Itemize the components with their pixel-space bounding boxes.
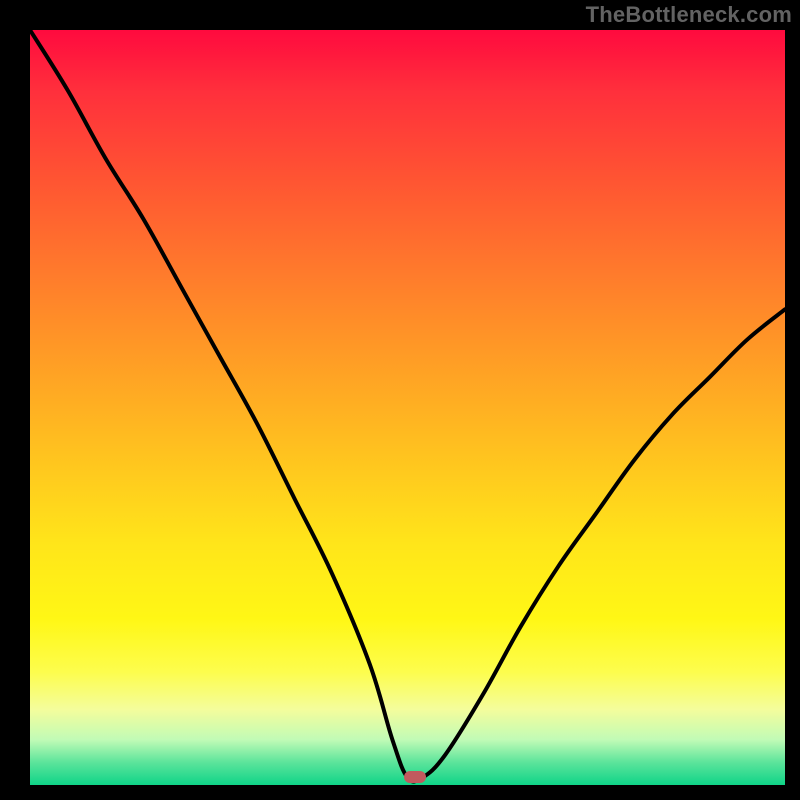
curve-layer — [30, 30, 785, 785]
watermark-label: TheBottleneck.com — [586, 2, 792, 28]
plot-area — [30, 30, 785, 785]
optimum-marker — [404, 771, 426, 783]
bottleneck-curve — [30, 30, 785, 782]
chart-frame: TheBottleneck.com — [0, 0, 800, 800]
